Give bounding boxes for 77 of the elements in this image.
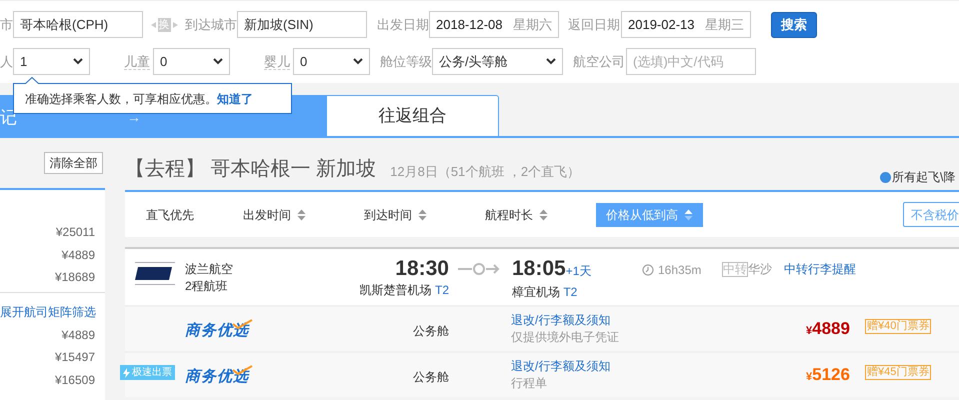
price-text: ¥16509 (54, 372, 96, 388)
airport-name: 樟宜机场 (512, 285, 560, 299)
fast-ticket-badge: 极速出票 (120, 365, 175, 380)
price-text: ¥25011 (54, 224, 96, 241)
arrive-time: 18:05 (512, 257, 566, 280)
sort-option[interactable]: 出发时间 (233, 202, 316, 226)
field-label: 人 (0, 52, 13, 71)
transfer-tag: 中转 (722, 262, 748, 276)
airline-logo (135, 261, 175, 287)
dismiss-link[interactable]: 知道了 (217, 90, 253, 108)
arrow-icon (150, 20, 158, 28)
depart-time: 18:30 (394, 257, 449, 281)
day-offset: +1天 (566, 264, 592, 278)
sort-option[interactable]: 航程时长 (475, 202, 558, 226)
sort-icon (418, 208, 427, 220)
input-field[interactable]: 新加坡(SIN) (237, 11, 367, 38)
fare-note: 仅提供境外电子凭证 (511, 329, 619, 346)
sort-icon (684, 208, 693, 220)
fare-price: ¥5126 (806, 364, 850, 386)
fare-price: ¥4889 (806, 318, 850, 340)
field-label: 舱位等级 (380, 52, 432, 71)
caret-icon (353, 58, 363, 65)
lightning-icon (123, 368, 130, 378)
step-arrow: → (127, 108, 141, 127)
search-button[interactable]: 搜索 (771, 12, 817, 38)
caret-icon (73, 58, 83, 65)
clear-all-button[interactable]: 清除全部 (44, 152, 103, 174)
transfer-city: 华沙 (748, 261, 772, 278)
route-summary: 12月8日（51个航班 ，2个直飞） (390, 162, 580, 180)
notice-text: 所有起飞\降 (892, 169, 956, 186)
field-label: 返回日期 (568, 16, 621, 34)
terminal-text: T2 (434, 283, 449, 297)
airline-name: 波兰航空 (185, 261, 233, 278)
connector-icon (458, 263, 500, 275)
field-label: 婴儿 (264, 54, 290, 70)
sort-option[interactable]: 直飞优先 (136, 202, 204, 226)
select-field[interactable]: 0 (153, 48, 230, 75)
caret-icon (546, 58, 556, 65)
arrow-icon (170, 20, 178, 28)
matrix-filter-link[interactable]: 展开航司矩阵筛选 (0, 302, 105, 320)
info-icon (880, 172, 891, 182)
select-field[interactable]: 公务/头等舱 (432, 48, 563, 75)
input-field[interactable]: 哥本哈根(CPH) (13, 11, 143, 38)
duration-text: 16h35m (658, 262, 702, 279)
date-field[interactable]: 2018-12-08 星期六 (429, 11, 559, 38)
sort-icon (297, 208, 306, 220)
date-field[interactable]: 2019-02-13 星期三 (621, 11, 751, 38)
clock-icon (642, 264, 654, 276)
airline-input[interactable]: (选填)中文/代码 (626, 48, 756, 75)
airport-name: 凯斯楚普机场 (360, 283, 432, 297)
select-field[interactable]: 1 (13, 48, 90, 75)
sort-option[interactable]: 到达时间 (354, 202, 437, 226)
price-text: ¥4889 (60, 326, 96, 344)
select-field[interactable]: 0 (293, 48, 370, 75)
route-title: 【去程】 哥本哈根一 新加坡 (125, 157, 376, 182)
price-text: ¥15497 (54, 349, 96, 366)
rules-link[interactable]: 退改/行李额及须知 (511, 312, 619, 329)
price-text: ¥4889 (60, 246, 96, 264)
tooltip-text: 准确选择乘客人数，可享相应优惠。 (25, 90, 217, 108)
coupon-tag: 赠¥45门票券 (865, 365, 932, 380)
coupon-tag: 赠¥40门票券 (865, 319, 932, 334)
field-label: 儿童 (124, 54, 150, 70)
cabin-text: 公务舱 (413, 323, 449, 340)
field-label: 市 (0, 16, 13, 34)
fare-note: 行程单 (511, 375, 548, 392)
field-label: 航空公司 (573, 52, 626, 71)
rules-link[interactable]: 退改/行李额及须知 (511, 358, 610, 375)
baggage-link[interactable]: 中转行李提醒 (784, 260, 856, 278)
cabin-text: 公务舱 (413, 369, 449, 386)
sort-icon (539, 208, 548, 220)
field-label: 出发日期 (377, 16, 429, 34)
caret-icon (213, 58, 223, 65)
price-text: ¥18689 (54, 269, 96, 286)
segments-text: 2程航班 (185, 278, 229, 295)
terminal-text: T2 (563, 285, 578, 299)
field-label: 到达城市 (185, 16, 237, 34)
combo-tab[interactable]: 往返组合 (326, 95, 499, 136)
